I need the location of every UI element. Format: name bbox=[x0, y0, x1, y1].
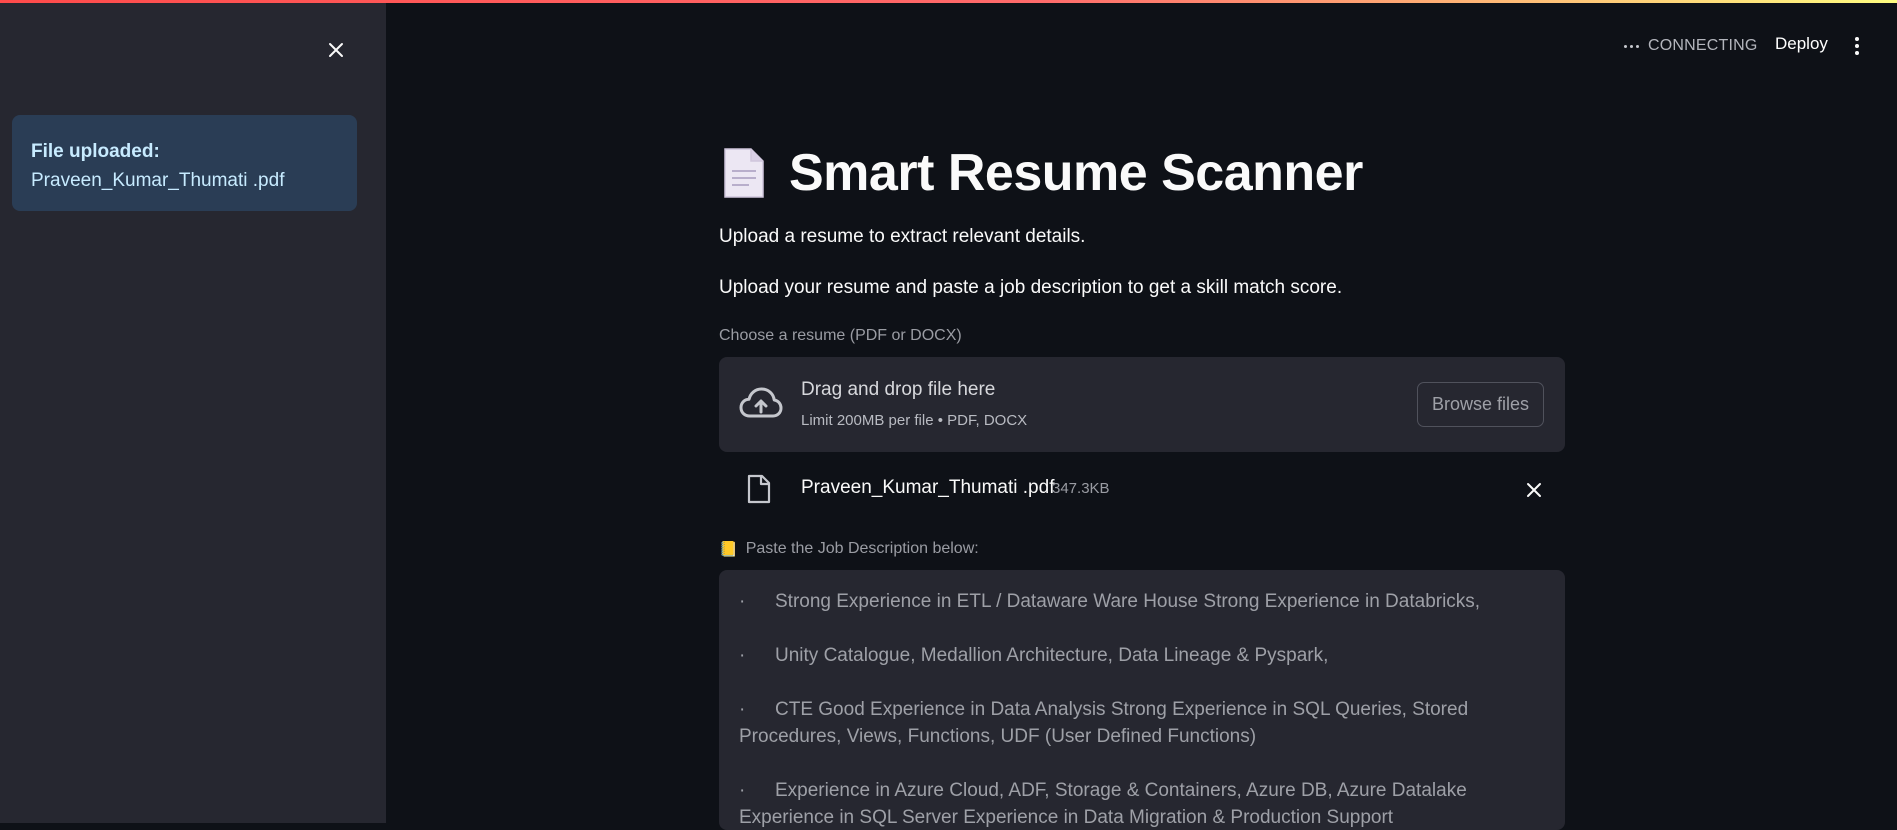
close-icon bbox=[1527, 483, 1541, 497]
top-accent-line bbox=[0, 0, 1897, 3]
deploy-button[interactable]: Deploy bbox=[1775, 34, 1828, 58]
sidebar: File uploaded: Praveen_Kumar_Thumati .pd… bbox=[0, 0, 386, 823]
uploaded-file-size: 347.3KB bbox=[1052, 480, 1110, 497]
intro-text-2: Upload your resume and paste a job descr… bbox=[719, 277, 1343, 298]
file-icon bbox=[747, 474, 771, 504]
jd-line-text: Unity Catalogue, Medallion Architecture,… bbox=[775, 645, 1329, 666]
main-menu-button[interactable] bbox=[1850, 34, 1864, 58]
remove-file-button[interactable] bbox=[1522, 478, 1546, 502]
intro-text-1: Upload a resume to extract relevant deta… bbox=[719, 226, 1086, 247]
status-text: CONNECTING bbox=[1648, 37, 1758, 54]
alert-title: File uploaded: bbox=[31, 141, 160, 162]
job-description-label-text: Paste the Job Description below: bbox=[745, 540, 979, 557]
kebab-dot bbox=[1855, 37, 1859, 41]
jd-line-text: CTE Good Experience in Data Analysis Str… bbox=[739, 699, 1469, 747]
uploaded-file-row: Praveen_Kumar_Thumati .pdf 347.3KB bbox=[719, 470, 1565, 508]
jd-line: · Experience in Azure Cloud, ADF, Storage… bbox=[739, 777, 1545, 830]
jd-line: · Unity Catalogue, Medallion Architecture… bbox=[739, 642, 1545, 669]
page-title: Smart Resume Scanner bbox=[789, 144, 1363, 202]
kebab-dot bbox=[1855, 44, 1859, 48]
bullet: · bbox=[739, 780, 746, 801]
dropzone-title: Drag and drop file here bbox=[801, 379, 996, 400]
dropzone-limit-text: Limit 200MB per file • PDF, DOCX bbox=[801, 412, 1028, 429]
connection-status: CONNECTING bbox=[1624, 34, 1758, 58]
job-description-label: 📒 Paste the Job Description below: bbox=[719, 540, 979, 558]
document-icon bbox=[724, 148, 764, 198]
status-dots-icon bbox=[1624, 44, 1639, 48]
job-description-textarea[interactable]: · Strong Experience in ETL / Dataware War… bbox=[719, 570, 1565, 830]
cloud-upload-icon bbox=[739, 387, 783, 418]
ledger-icon: 📒 bbox=[719, 541, 738, 558]
kebab-dot bbox=[1855, 51, 1859, 55]
uploader-label: Choose a resume (PDF or DOCX) bbox=[719, 327, 962, 344]
uploaded-file-name: Praveen_Kumar_Thumati .pdf bbox=[801, 477, 1055, 498]
upload-success-alert: File uploaded: Praveen_Kumar_Thumati .pd… bbox=[12, 115, 357, 211]
page-title-row: Smart Resume Scanner bbox=[719, 140, 1363, 206]
jd-line-text: Strong Experience in ETL / Dataware Ware… bbox=[775, 591, 1481, 612]
bullet: · bbox=[739, 699, 746, 720]
jd-line: · CTE Good Experience in Data Analysis St… bbox=[739, 696, 1545, 750]
jd-line-text: Experience in Azure Cloud, ADF, Storage … bbox=[739, 780, 1467, 828]
file-dropzone[interactable]: Drag and drop file here Limit 200MB per … bbox=[719, 357, 1565, 452]
alert-filename: Praveen_Kumar_Thumati .pdf bbox=[31, 170, 285, 191]
sidebar-close-button[interactable] bbox=[322, 36, 350, 64]
bullet: · bbox=[739, 645, 746, 666]
browse-files-button[interactable]: Browse files bbox=[1417, 382, 1544, 427]
jd-line: · Strong Experience in ETL / Dataware War… bbox=[739, 588, 1545, 615]
close-icon bbox=[329, 43, 343, 57]
bullet: · bbox=[739, 591, 746, 612]
